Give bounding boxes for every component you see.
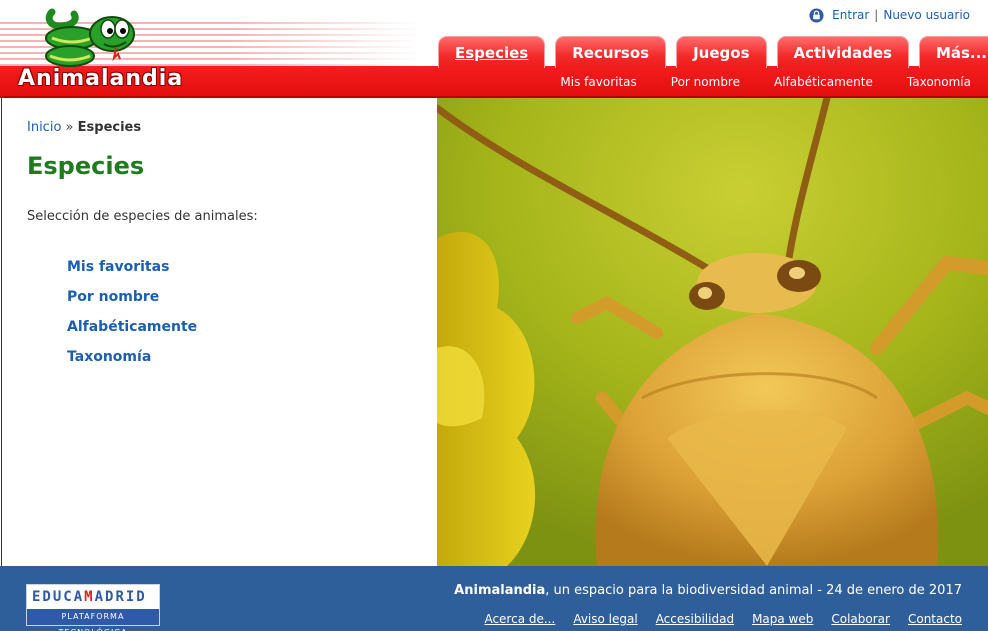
site-logo-text[interactable]: Animalandia xyxy=(18,66,183,91)
breadcrumb-current: Especies xyxy=(77,120,142,135)
tab-juegos[interactable]: Juegos xyxy=(676,36,767,68)
subnav-por-nombre[interactable]: Por nombre xyxy=(654,75,757,89)
footer-link-aviso-legal[interactable]: Aviso legal xyxy=(573,612,637,626)
site-footer: EDUCAMADRID PLATAFORMA TECNOLÓGICA Anima… xyxy=(0,566,988,631)
species-options-list: Mis favoritas Por nombre Alfabéticamente… xyxy=(67,256,197,376)
breadcrumb: Inicio » Especies xyxy=(27,120,141,135)
snake-logo-icon[interactable] xyxy=(42,4,138,70)
user-links: Entrar | Nuevo usuario xyxy=(809,6,970,24)
footer-link-acerca[interactable]: Acerca de... xyxy=(484,612,555,626)
tab-mas[interactable]: Más... xyxy=(918,36,988,68)
login-link[interactable]: Entrar xyxy=(832,8,869,22)
intro-text: Selección de especies de animales: xyxy=(27,209,258,224)
insect-photo xyxy=(437,98,988,566)
footer-links: Acerca de... Aviso legal Accesibilidad M… xyxy=(484,612,962,626)
footer-link-accesibilidad[interactable]: Accesibilidad xyxy=(656,612,734,626)
site-header: Animalandia Entrar | Nuevo usuario Espec… xyxy=(0,0,988,98)
educamadrid-logo[interactable]: EDUCAMADRID PLATAFORMA TECNOLÓGICA xyxy=(26,584,160,631)
footer-site-name: Animalandia xyxy=(454,583,546,598)
main-content: Inicio » Especies Especies Selección de … xyxy=(1,98,988,566)
register-link[interactable]: Nuevo usuario xyxy=(883,8,970,22)
link-alfabeticamente[interactable]: Alfabéticamente xyxy=(67,319,197,335)
footer-link-mapa-web[interactable]: Mapa web xyxy=(752,612,813,626)
sub-navigation: Mis favoritas Por nombre Alfabéticamente… xyxy=(543,66,988,98)
list-item: Mis favoritas xyxy=(67,256,197,286)
footer-link-contacto[interactable]: Contacto xyxy=(908,612,962,626)
link-taxonomia[interactable]: Taxonomía xyxy=(67,349,151,365)
user-links-separator: | xyxy=(874,8,879,22)
tab-especies[interactable]: Especies xyxy=(438,36,546,68)
main-tabs: Especies Recursos Juegos Actividades Más… xyxy=(438,36,988,68)
subnav-alfabeticamente[interactable]: Alfabéticamente xyxy=(757,75,890,89)
subnav-mis-favoritas[interactable]: Mis favoritas xyxy=(543,75,653,89)
educamadrid-brand: EDUCAMADRID xyxy=(32,589,147,605)
footer-tagline-text: , un espacio para la biodiversidad anima… xyxy=(545,583,962,598)
breadcrumb-separator: » xyxy=(65,120,74,135)
breadcrumb-home-link[interactable]: Inicio xyxy=(27,120,61,135)
lock-icon xyxy=(809,7,824,23)
link-por-nombre[interactable]: Por nombre xyxy=(67,289,159,305)
tab-recursos[interactable]: Recursos xyxy=(555,36,667,68)
list-item: Por nombre xyxy=(67,286,197,316)
tab-actividades[interactable]: Actividades xyxy=(776,36,909,68)
footer-tagline: Animalandia, un espacio para la biodiver… xyxy=(454,583,962,598)
footer-link-colaborar[interactable]: Colaborar xyxy=(831,612,890,626)
educamadrid-subtitle: PLATAFORMA TECNOLÓGICA xyxy=(27,609,159,631)
page-title: Especies xyxy=(27,152,145,180)
subnav-taxonomia[interactable]: Taxonomía xyxy=(890,75,988,89)
list-item: Taxonomía xyxy=(67,346,197,376)
list-item: Alfabéticamente xyxy=(67,316,197,346)
link-mis-favoritas[interactable]: Mis favoritas xyxy=(67,259,169,275)
